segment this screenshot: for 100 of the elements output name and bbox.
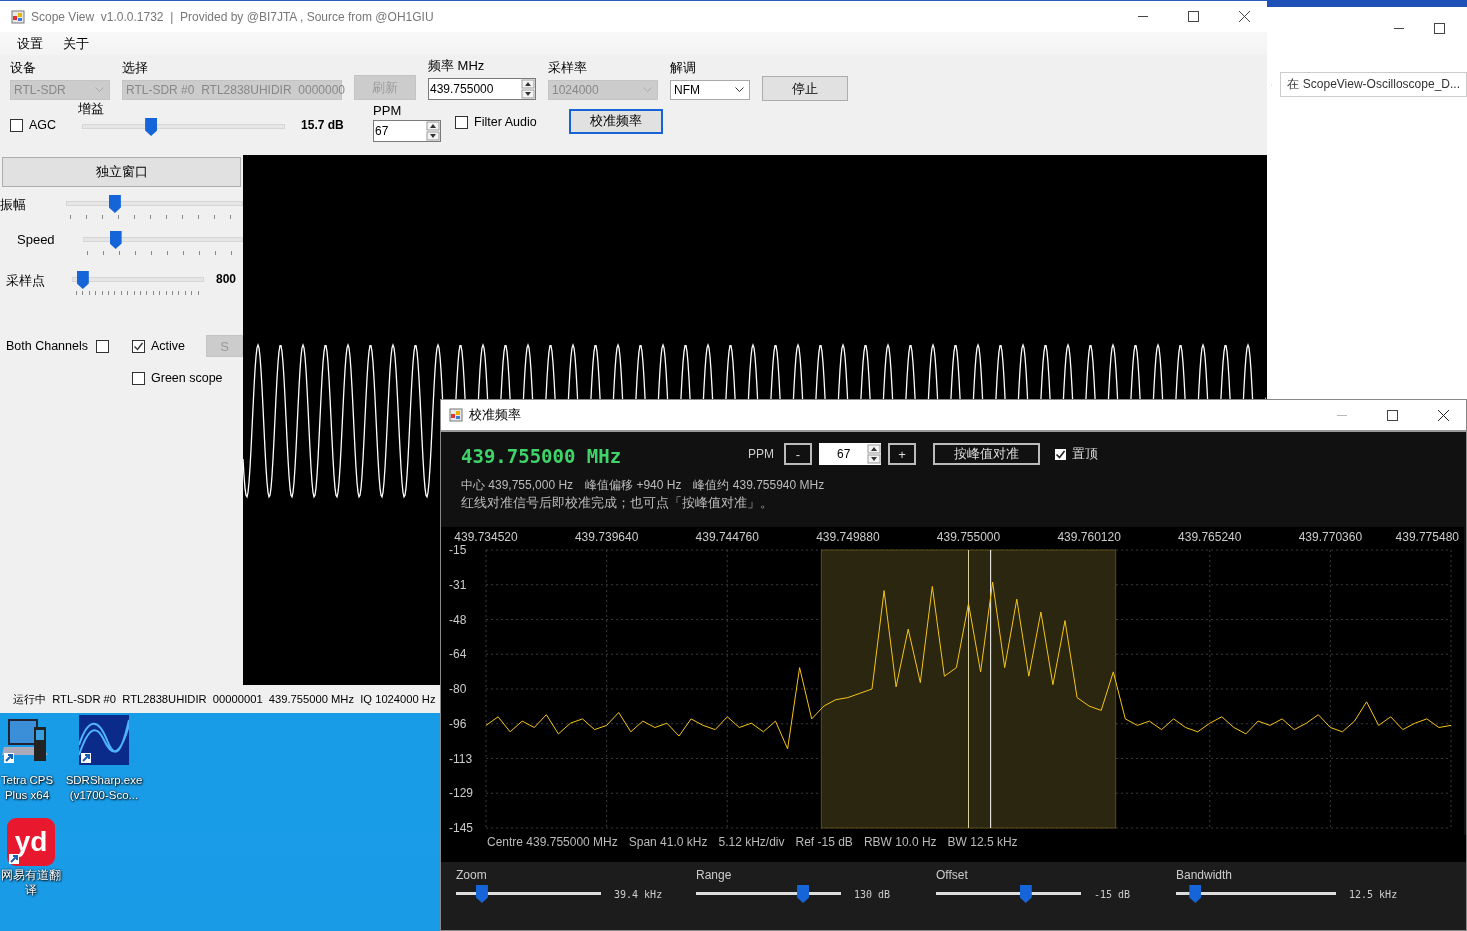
axis-label: -96 bbox=[449, 716, 467, 731]
axis-label: -15 bbox=[449, 543, 467, 557]
slider-thumb[interactable] bbox=[109, 231, 122, 249]
chart-info-text: BW 12.5 kHz bbox=[947, 835, 1018, 849]
axis-label: 439.770360 bbox=[1298, 530, 1363, 544]
ppm-field[interactable]: 67 bbox=[373, 119, 442, 142]
frequency-readout: 439.755000 MHz bbox=[461, 445, 623, 467]
slider-label: Range bbox=[696, 868, 733, 882]
field-label: 频率 MHz bbox=[428, 57, 486, 75]
axis-label: 439.755000 bbox=[936, 530, 1001, 544]
hint-text: 红线对准信号后即校准完成；也可点「按峰值对准」。 bbox=[461, 495, 774, 512]
slider-thumb[interactable] bbox=[76, 271, 89, 289]
spin-arrows-icon[interactable] bbox=[426, 120, 441, 141]
both-channels-checkbox[interactable]: Both Channels bbox=[6, 339, 132, 353]
app-icon bbox=[11, 9, 25, 24]
filter-audio-checkbox[interactable]: Filter Audio bbox=[455, 115, 537, 129]
slider-thumb[interactable] bbox=[1019, 885, 1032, 903]
axis-label: 439.744760 bbox=[695, 530, 759, 544]
caret-icon bbox=[735, 87, 744, 93]
field-label: 采样率 bbox=[548, 59, 588, 77]
menu-item[interactable]: 设置 bbox=[17, 34, 43, 53]
maximize-icon[interactable] bbox=[1188, 11, 1199, 22]
caret-icon bbox=[95, 87, 104, 93]
field-label: 解调 bbox=[670, 59, 697, 77]
maximize-icon[interactable] bbox=[1387, 409, 1398, 421]
slider-reading: 130 dB bbox=[854, 888, 891, 900]
ppm-label: PPM bbox=[748, 447, 774, 461]
slider[interactable] bbox=[696, 885, 841, 903]
slider-label: Bandwidth bbox=[1176, 868, 1234, 882]
wave-app-icon[interactable] bbox=[79, 715, 129, 765]
gain-slider[interactable] bbox=[82, 118, 286, 136]
axis-label: -64 bbox=[449, 647, 467, 662]
app-icon bbox=[449, 408, 463, 422]
slider-label: Speed bbox=[16, 232, 56, 247]
axis-label: 439.760120 bbox=[1057, 530, 1121, 544]
agc-checkbox[interactable]: AGC bbox=[10, 118, 57, 132]
axis-label: 439.739640 bbox=[574, 530, 639, 544]
slider-label: Offset bbox=[936, 868, 969, 882]
ppm-field[interactable]: 67 bbox=[819, 443, 881, 465]
calibrate-button[interactable]: 校准频率 bbox=[568, 108, 663, 134]
slider-reading: 800 bbox=[216, 272, 237, 286]
slider-thumb[interactable] bbox=[108, 195, 121, 213]
decrease-button[interactable]: - bbox=[784, 443, 812, 465]
align-peak-button[interactable]: 按峰值对准 bbox=[933, 443, 1040, 465]
axis-label: -145 bbox=[449, 821, 474, 835]
slider[interactable] bbox=[456, 885, 601, 903]
active-checkbox[interactable]: Active bbox=[132, 339, 206, 353]
address-field[interactable]: 在 ScopeView-Oscilloscope_D... bbox=[1280, 72, 1467, 97]
info-text: 峰值偏移 +940 Hz bbox=[585, 477, 682, 494]
close-icon[interactable] bbox=[1239, 11, 1250, 22]
slider-reading: 39.4 kHz bbox=[614, 888, 663, 900]
axis-label: -80 bbox=[449, 682, 467, 696]
axis-label: 439.734520 bbox=[454, 530, 518, 544]
slider-reading: 12.5 kHz bbox=[1349, 888, 1398, 900]
gain-label: 增益 bbox=[78, 100, 106, 118]
axis-label: -113 bbox=[449, 751, 473, 766]
field-label: 设备 bbox=[10, 59, 37, 77]
axis-label: -31 bbox=[449, 577, 467, 592]
info-text: 峰值约 439.755940 MHz bbox=[693, 477, 825, 494]
slider[interactable] bbox=[936, 885, 1081, 903]
maximize-icon[interactable] bbox=[1434, 23, 1445, 34]
caret-icon bbox=[643, 87, 652, 93]
axis-label: 439.765240 bbox=[1178, 530, 1242, 544]
slider-label: Zoom bbox=[456, 868, 488, 882]
spin-arrows-icon[interactable] bbox=[521, 79, 535, 99]
toolbar-button[interactable]: 停止 bbox=[762, 76, 848, 101]
dropdown[interactable]: NFM bbox=[670, 80, 750, 100]
checkmark-icon bbox=[1055, 448, 1066, 460]
status-text: 运行中 RTL-SDR #0 RTL2838UHIDIR 00000001 439.755000 MHz IQ 1024000 Hz bbox=[13, 691, 436, 707]
slider-thumb[interactable] bbox=[797, 885, 810, 903]
axis-label: 439.775480 bbox=[1395, 530, 1459, 544]
spin-arrows-icon[interactable] bbox=[867, 444, 881, 464]
checkmark-icon bbox=[133, 340, 144, 352]
slider-label: 振幅 bbox=[0, 196, 27, 214]
menu-item[interactable]: 关于 bbox=[63, 34, 89, 53]
frequency-field[interactable]: 439.755000 bbox=[428, 78, 536, 100]
app-icon[interactable]: yd bbox=[7, 818, 55, 866]
gain-reading: 15.7 dB bbox=[301, 118, 345, 132]
increase-button[interactable]: + bbox=[888, 443, 916, 465]
axis-label: -129 bbox=[449, 786, 474, 801]
window-title: Scope View v1.0.0.1732 | Provided by @BI7JTA , Source from @OH1GIU bbox=[31, 9, 434, 24]
topmost-checkbox[interactable]: 置顶 bbox=[1055, 445, 1098, 463]
ppm-label: PPM bbox=[373, 102, 403, 118]
info-text: 中心 439,755,000 Hz bbox=[461, 477, 574, 494]
slider-label: 采样点 bbox=[5, 272, 46, 290]
scope-style-checkbox[interactable]: Green scope bbox=[132, 371, 244, 385]
chart-info-text: Span 41.0 kHz bbox=[628, 835, 708, 849]
window-title: 校准频率 bbox=[469, 406, 521, 424]
slider-thumb[interactable] bbox=[475, 885, 488, 903]
field-label: 选择 bbox=[122, 59, 149, 77]
slider-thumb[interactable] bbox=[1189, 885, 1202, 903]
axis-label: 439.749880 bbox=[816, 530, 880, 544]
chart-info-text: RBW 10.0 Hz bbox=[863, 835, 937, 849]
slider-reading: -15 dB bbox=[1094, 888, 1131, 900]
slider-thumb[interactable] bbox=[145, 118, 158, 136]
slider[interactable] bbox=[1176, 885, 1336, 903]
close-icon[interactable] bbox=[1438, 409, 1449, 421]
chart-info-text: 5.12 kHz/div bbox=[718, 835, 785, 849]
detach-window-button[interactable]: 独立窗口 bbox=[2, 157, 241, 187]
chart-info-text: Ref -15 dB bbox=[795, 835, 853, 849]
